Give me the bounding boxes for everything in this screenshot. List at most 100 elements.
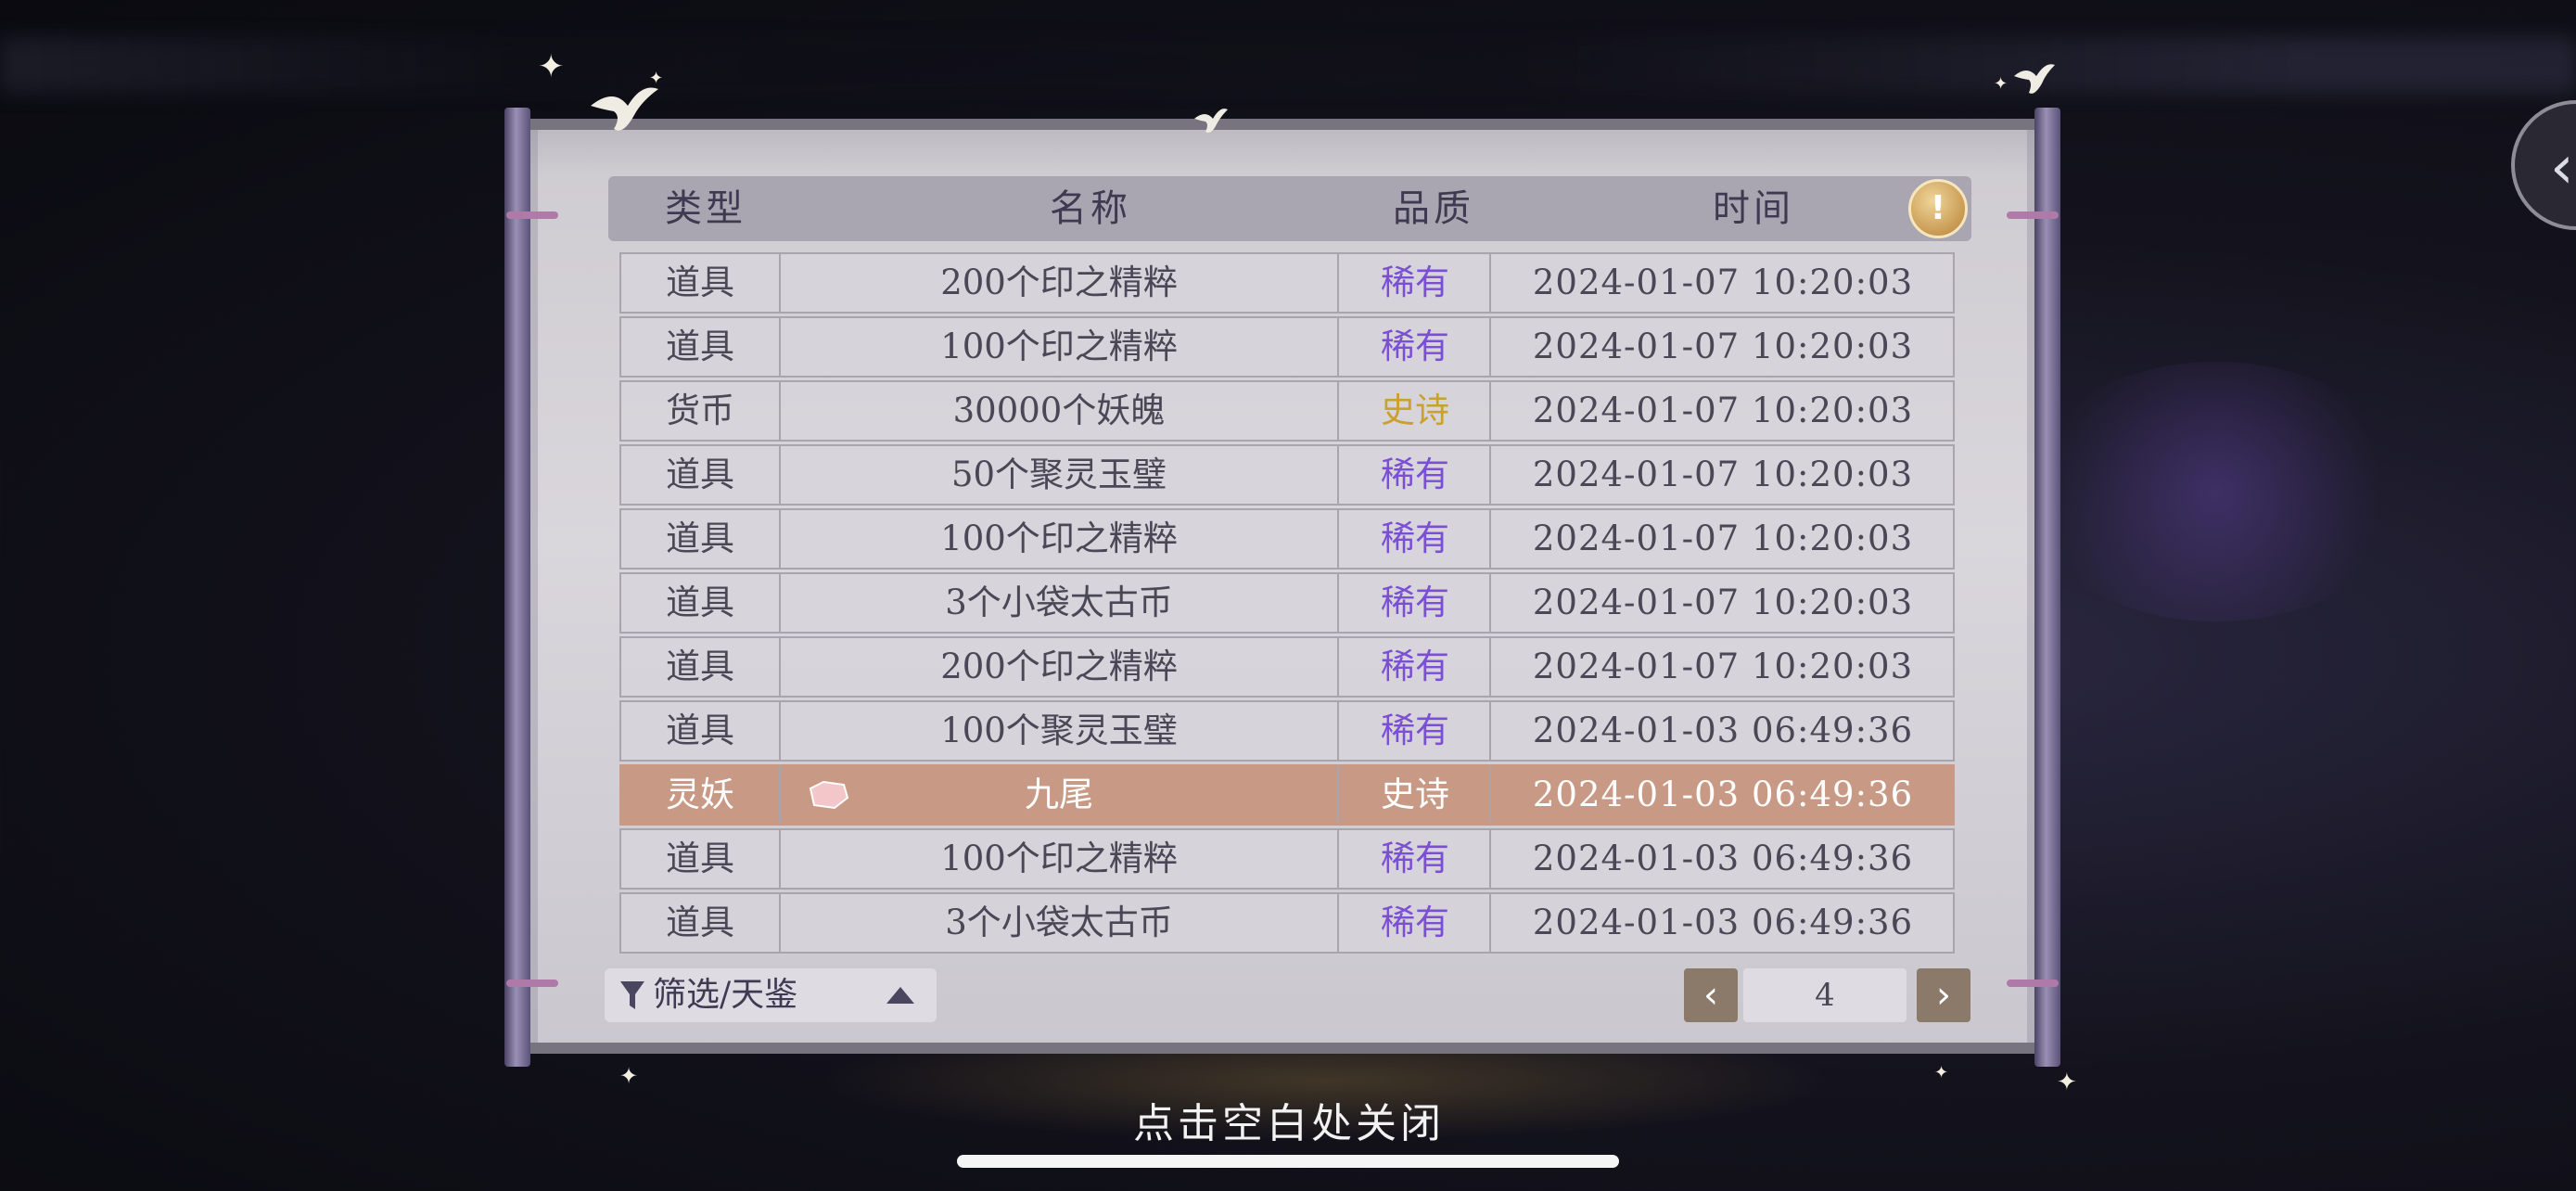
column-divider xyxy=(779,638,781,696)
close-hint[interactable]: 点击空白处关闭 xyxy=(1094,1090,1484,1149)
cell-time: 2024-01-07 10:20:03 xyxy=(1532,263,1914,302)
table-row[interactable]: 道具 100个印之精粹 稀有 2024-01-07 10:20:03 xyxy=(619,316,1955,378)
column-divider xyxy=(1337,830,1339,888)
background-glow xyxy=(2021,362,2411,621)
cell-time: 2024-01-03 06:49:36 xyxy=(1532,775,1914,814)
sparkle-icon: ✦ xyxy=(538,48,565,85)
column-divider xyxy=(1489,638,1491,696)
header-name: 名称 xyxy=(1050,187,1131,230)
cell-quality: 稀有 xyxy=(1381,711,1449,750)
cell-name: 3个小袋太古币 xyxy=(945,903,1173,942)
column-divider xyxy=(1337,702,1339,760)
chevron-up-icon xyxy=(886,987,914,1004)
cell-name: 100个印之精粹 xyxy=(940,519,1178,558)
column-divider xyxy=(779,766,781,824)
scroll-rod-right xyxy=(2034,108,2060,1067)
rod-knob xyxy=(2007,980,2059,987)
cell-name: 100个印之精粹 xyxy=(940,839,1178,878)
sparkle-icon: ✦ xyxy=(2057,1069,2077,1096)
table-row[interactable]: 货币 30000个妖魄 史诗 2024-01-07 10:20:03 xyxy=(619,380,1955,442)
cell-quality: 稀有 xyxy=(1381,839,1449,878)
column-divider xyxy=(1489,510,1491,568)
scroll-edge-bottom xyxy=(530,1043,2034,1054)
cell-quality: 史诗 xyxy=(1381,391,1449,430)
cell-time: 2024-01-07 10:20:03 xyxy=(1532,327,1914,366)
cell-name: 3个小袋太古币 xyxy=(945,583,1173,622)
gem-icon xyxy=(809,780,849,810)
home-indicator[interactable] xyxy=(957,1155,1619,1168)
cell-time: 2024-01-07 10:20:03 xyxy=(1532,455,1914,494)
cell-type: 道具 xyxy=(666,583,734,622)
chevron-right-icon: › xyxy=(1936,974,1951,1017)
filter-label: 筛选/天鉴 xyxy=(653,976,798,1014)
page-number[interactable]: 4 xyxy=(1743,968,1906,1022)
header-time: 时间 xyxy=(1713,187,1794,230)
cell-type: 道具 xyxy=(666,263,734,302)
sparkle-icon: ✦ xyxy=(1934,1063,1949,1082)
cell-name: 50个聚灵玉璧 xyxy=(950,455,1167,494)
table-row[interactable]: 道具 100个聚灵玉璧 稀有 2024-01-03 06:49:36 xyxy=(619,700,1955,762)
column-divider xyxy=(1489,702,1491,760)
cell-name: 九尾 xyxy=(1025,775,1093,814)
cell-time: 2024-01-07 10:20:03 xyxy=(1532,519,1914,558)
column-divider xyxy=(1489,446,1491,504)
table-row[interactable]: 道具 3个小袋太古币 稀有 2024-01-03 06:49:36 xyxy=(619,892,1955,954)
cell-name: 30000个妖魄 xyxy=(952,391,1166,430)
chevron-left-icon: ‹ xyxy=(2550,134,2574,202)
cell-name: 200个印之精粹 xyxy=(940,647,1178,686)
lightbulb-icon[interactable]: ! xyxy=(1908,179,1968,238)
cell-time: 2024-01-07 10:20:03 xyxy=(1532,647,1914,686)
cell-time: 2024-01-03 06:49:36 xyxy=(1532,839,1914,878)
column-divider xyxy=(1337,574,1339,632)
table-row[interactable]: 道具 100个印之精粹 稀有 2024-01-07 10:20:03 xyxy=(619,508,1955,570)
table-row[interactable]: 灵妖 九尾 史诗 2024-01-03 06:49:36 xyxy=(619,764,1955,826)
cell-quality: 稀有 xyxy=(1381,903,1449,942)
column-divider xyxy=(1337,446,1339,504)
table-row[interactable]: 道具 3个小袋太古币 稀有 2024-01-07 10:20:03 xyxy=(619,572,1955,634)
table-row[interactable]: 道具 200个印之精粹 稀有 2024-01-07 10:20:03 xyxy=(619,252,1955,314)
next-page-button[interactable]: › xyxy=(1917,968,1970,1022)
funnel-icon xyxy=(620,981,644,1009)
column-divider xyxy=(779,446,781,504)
table-row[interactable]: 道具 200个印之精粹 稀有 2024-01-07 10:20:03 xyxy=(619,636,1955,698)
filter-dropdown[interactable]: 筛选/天鉴 xyxy=(605,968,937,1022)
column-divider xyxy=(1489,894,1491,952)
column-divider xyxy=(779,574,781,632)
rod-knob xyxy=(506,980,558,987)
chevron-left-icon: ‹ xyxy=(1703,974,1718,1017)
cell-type: 道具 xyxy=(666,647,734,686)
sparkle-icon: ✦ xyxy=(619,1063,639,1089)
column-divider xyxy=(779,318,781,376)
cell-quality: 稀有 xyxy=(1381,455,1449,494)
column-divider xyxy=(1337,318,1339,376)
column-divider xyxy=(1337,894,1339,952)
cell-time: 2024-01-03 06:49:36 xyxy=(1532,903,1914,942)
cell-name: 100个聚灵玉璧 xyxy=(940,711,1178,750)
column-divider xyxy=(779,382,781,440)
table-row[interactable]: 道具 50个聚灵玉璧 稀有 2024-01-07 10:20:03 xyxy=(619,444,1955,506)
cell-time: 2024-01-07 10:20:03 xyxy=(1532,583,1914,622)
column-divider xyxy=(1489,318,1491,376)
rod-knob xyxy=(2007,211,2059,219)
cell-quality: 稀有 xyxy=(1381,583,1449,622)
column-divider xyxy=(1489,574,1491,632)
table-row[interactable]: 道具 100个印之精粹 稀有 2024-01-03 06:49:36 xyxy=(619,828,1955,890)
column-divider xyxy=(779,510,781,568)
cell-quality: 稀有 xyxy=(1381,263,1449,302)
scroll-edge-top xyxy=(530,119,2034,130)
bird-icon xyxy=(1194,109,1228,133)
cell-quality: 稀有 xyxy=(1381,519,1449,558)
cell-type: 道具 xyxy=(666,839,734,878)
cell-quality: 史诗 xyxy=(1381,775,1449,814)
column-divider xyxy=(779,702,781,760)
sparkle-icon: ✦ xyxy=(1994,74,2009,94)
column-divider xyxy=(1489,254,1491,312)
prev-page-button[interactable]: ‹ xyxy=(1684,968,1738,1022)
column-divider xyxy=(1337,638,1339,696)
scroll-rod-left xyxy=(504,108,530,1067)
back-button[interactable]: ‹ xyxy=(2511,100,2576,230)
table-header: 类型 名称 品质 时间 xyxy=(608,176,1971,241)
cell-name: 200个印之精粹 xyxy=(940,263,1178,302)
column-divider xyxy=(1489,766,1491,824)
sparkle-icon: ✦ xyxy=(649,69,664,88)
